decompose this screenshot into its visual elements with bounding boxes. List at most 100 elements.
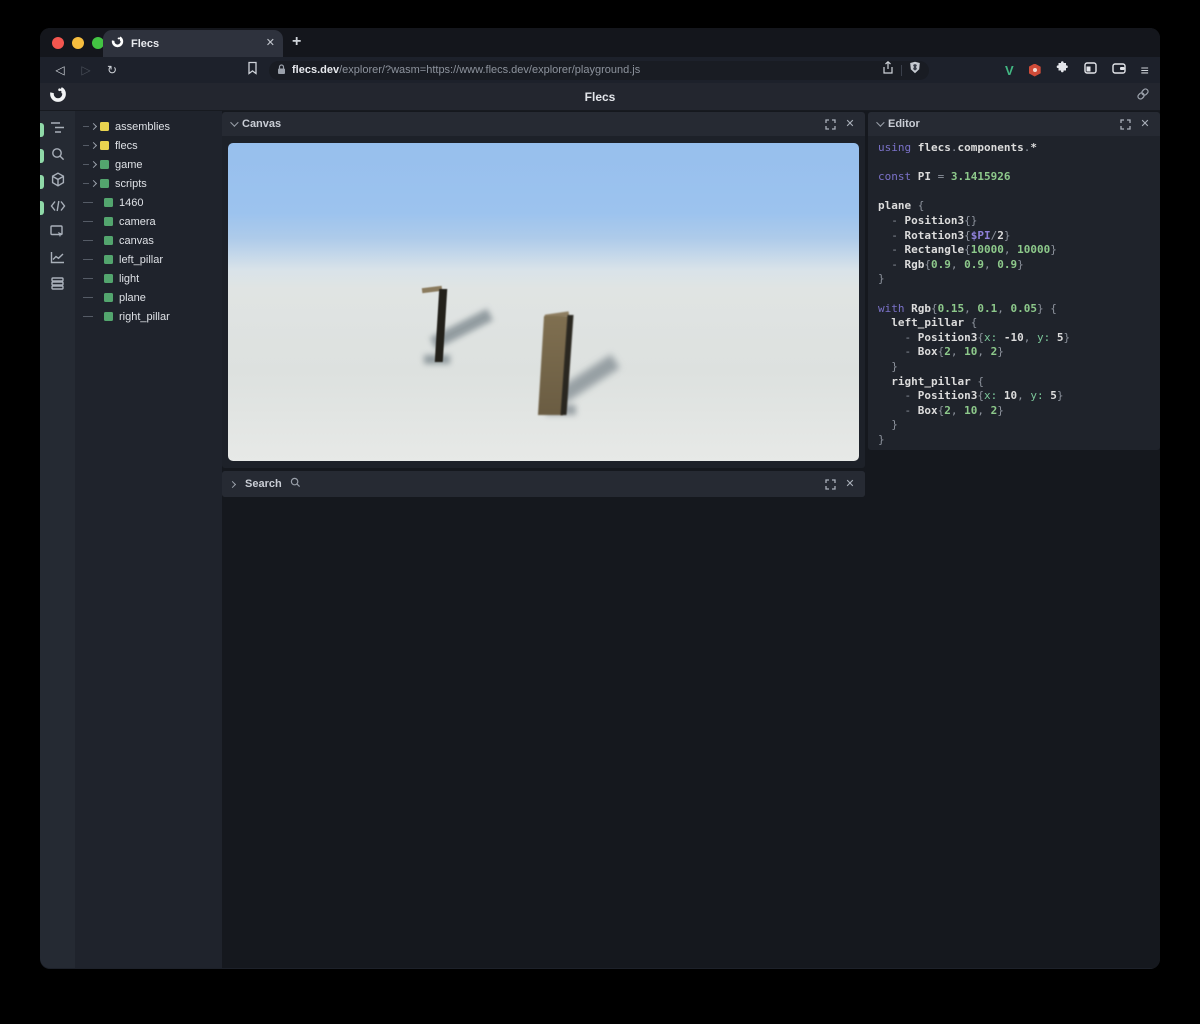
tree-item-label: left_pillar: [119, 253, 164, 266]
tree-item-label: scripts: [115, 177, 147, 190]
tree-item-camera[interactable]: camera: [75, 212, 222, 231]
expand-chevron-icon[interactable]: [89, 122, 98, 131]
forward-icon[interactable]: ▷: [76, 63, 96, 77]
browser-tab-flecs[interactable]: Flecs ✕: [103, 30, 283, 57]
entity-color-dot: [100, 179, 109, 188]
fullscreen-icon[interactable]: [1118, 117, 1132, 131]
code-line: const PI = 3.1415926: [878, 170, 1011, 184]
icon-sidebar: [40, 111, 75, 968]
reload-icon[interactable]: ↻: [102, 63, 122, 77]
entity-color-dot: [100, 122, 109, 131]
editor-panel-header[interactable]: Editor ✕: [868, 112, 1160, 136]
fullscreen-icon[interactable]: [823, 117, 837, 131]
minimize-window-button[interactable]: [72, 37, 84, 49]
new-tab-button[interactable]: +: [292, 33, 301, 51]
entity-color-dot: [100, 141, 109, 150]
tree-item-label: flecs: [115, 139, 138, 152]
tree-item-label: light: [119, 272, 140, 285]
tab-title: Flecs: [131, 37, 160, 50]
tree-item-right_pillar[interactable]: right_pillar: [75, 307, 222, 326]
page-title: Flecs: [584, 89, 616, 104]
close-icon[interactable]: ✕: [1138, 117, 1152, 131]
wallet-icon[interactable]: [1111, 61, 1126, 79]
tree-item-label: assemblies: [115, 120, 171, 133]
tree-item-assemblies[interactable]: assemblies: [75, 117, 222, 136]
url-path: /explorer/?wasm=https://www.flecs.dev/ex…: [339, 64, 641, 76]
url-domain: flecs.dev: [292, 64, 340, 76]
entity-color-dot: [104, 236, 113, 245]
expand-chevron-icon[interactable]: [89, 141, 98, 150]
sidebar-tree-icon[interactable]: [40, 117, 75, 143]
vue-devtools-icon[interactable]: V: [1005, 63, 1014, 78]
share-link-icon[interactable]: [1136, 87, 1150, 106]
tree-connector: [83, 145, 89, 146]
tree-item-label: canvas: [119, 234, 154, 247]
chevron-right-icon[interactable]: [228, 480, 237, 488]
tree-connector: [83, 126, 89, 127]
tab-strip: Flecs ✕ +: [40, 28, 1160, 57]
url-bar[interactable]: flecs.dev/explorer/?wasm=https://www.fle…: [269, 60, 929, 80]
tree-item-1460[interactable]: 1460: [75, 193, 222, 212]
sidebar-list-icon[interactable]: [40, 273, 75, 299]
browser-menu-icon[interactable]: ≡: [1141, 62, 1149, 78]
chart-icon: [50, 251, 65, 269]
code-line: - Rectangle{10000, 10000}: [878, 243, 1057, 257]
chevron-down-icon[interactable]: [876, 118, 885, 127]
sidebar-chart-icon[interactable]: [40, 247, 75, 273]
tree-item-label: plane: [119, 291, 146, 304]
chevron-down-icon[interactable]: [230, 118, 239, 127]
sidebar-toggle-icon[interactable]: [1083, 61, 1097, 79]
code-line: - Position3{}: [878, 213, 978, 227]
tree-item-light[interactable]: light: [75, 269, 222, 288]
tree-icon: [50, 121, 65, 139]
sidebar-cube-icon[interactable]: [40, 169, 75, 195]
expand-chevron-icon[interactable]: [89, 160, 98, 169]
entity-color-dot: [104, 274, 113, 283]
close-icon[interactable]: ✕: [843, 117, 857, 131]
code-icon: [50, 199, 66, 217]
tree-connector: [83, 183, 89, 184]
extensions-puzzle-icon[interactable]: [1056, 61, 1069, 79]
back-icon[interactable]: ◁: [50, 63, 70, 77]
sidebar-screen-share-icon[interactable]: [40, 221, 75, 247]
sidebar-search-icon[interactable]: [40, 143, 75, 169]
3d-viewport[interactable]: [228, 143, 859, 461]
code-line: - Rgb{0.9, 0.9, 0.9}: [878, 257, 1024, 271]
list-icon: [51, 277, 64, 295]
tree-item-canvas[interactable]: canvas: [75, 231, 222, 250]
canvas-panel-header[interactable]: Canvas ✕: [222, 112, 865, 136]
reading-list-icon[interactable]: [246, 61, 259, 80]
sidebar-code-icon[interactable]: [40, 195, 75, 221]
canvas-panel-title: Canvas: [242, 118, 282, 130]
code-line: }: [878, 359, 898, 373]
code-line: - Position3{x: -10, y: 5}: [878, 330, 1071, 344]
app-body: assemblies flecs game scripts 1460 camera canv…: [40, 111, 1160, 968]
code-line: - Box{2, 10, 2}: [878, 403, 1004, 417]
share-icon[interactable]: [882, 60, 894, 80]
expand-chevron-icon[interactable]: [89, 179, 98, 188]
app-header: Flecs: [40, 83, 1160, 111]
extension-hexagon-icon[interactable]: [1028, 63, 1041, 77]
close-window-button[interactable]: [52, 37, 64, 49]
fullscreen-icon[interactable]: [823, 477, 837, 491]
url-actions: [882, 60, 921, 80]
tree-item-flecs[interactable]: flecs: [75, 136, 222, 155]
entity-color-dot: [104, 293, 113, 302]
entity-color-dot: [104, 312, 113, 321]
brave-shield-icon[interactable]: [909, 61, 921, 79]
tree-item-scripts[interactable]: scripts: [75, 174, 222, 193]
flecs-logo-icon[interactable]: [49, 85, 67, 108]
code-editor[interactable]: using flecs.components.* const PI = 3.14…: [868, 136, 1160, 447]
tree-item-game[interactable]: game: [75, 155, 222, 174]
tree-item-plane[interactable]: plane: [75, 288, 222, 307]
lock-icon: [277, 63, 286, 77]
tree-item-left_pillar[interactable]: left_pillar: [75, 250, 222, 269]
tree-connector: [83, 259, 93, 260]
search-panel-header[interactable]: Search ✕: [222, 471, 865, 497]
divider: [901, 64, 902, 76]
close-icon[interactable]: ✕: [843, 477, 857, 491]
tab-close-icon[interactable]: ✕: [266, 38, 275, 49]
code-line: right_pillar {: [878, 374, 984, 388]
code-line: - Box{2, 10, 2}: [878, 345, 1004, 359]
